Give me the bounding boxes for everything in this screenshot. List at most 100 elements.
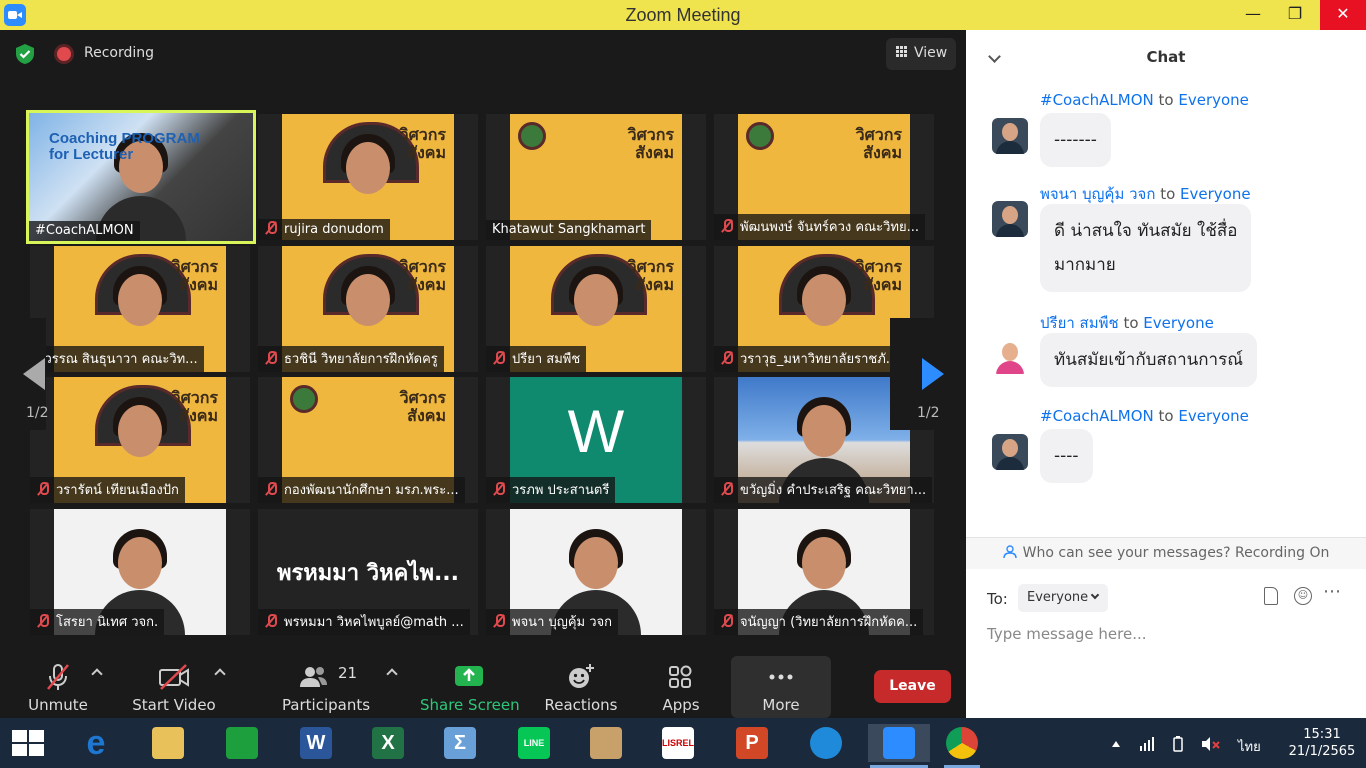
- participant-tile[interactable]: จนัญญา (วิทยาลัยการฝึกหัดค...: [714, 509, 934, 635]
- chat-to-word: to: [1118, 314, 1144, 332]
- privacy-notice[interactable]: Who can see your messages? Recording On: [966, 537, 1366, 569]
- powerpoint-taskbar-icon[interactable]: P: [732, 724, 772, 762]
- participant-tile[interactable]: ดิวรรณ สินธุนาวา คณะวิท...: [30, 246, 250, 372]
- chat-message-header: #CoachALMON to Everyone: [1040, 91, 1249, 109]
- chat-sender[interactable]: ปรียา สมพืช: [1040, 314, 1119, 332]
- avatar: [992, 118, 1028, 154]
- participant-name: พรหมมา วิหคไพบูลย์@math ...: [284, 615, 464, 630]
- coach-banner-text: Coaching PROGRAM for Lecturer: [49, 130, 200, 163]
- participants-icon: 21: [300, 664, 356, 687]
- clock[interactable]: 15:31 21/1/2565: [1282, 726, 1362, 760]
- participant-name-bar: พรหมมา วิหคไพบูลย์@math ...: [258, 609, 470, 635]
- avatar: [992, 338, 1028, 374]
- recipient-select[interactable]: Everyone: [1018, 584, 1108, 612]
- chat-to-word: to: [1153, 91, 1179, 109]
- minimize-button[interactable]: —: [1230, 0, 1276, 30]
- participants-caret-icon[interactable]: [386, 668, 398, 680]
- file-icon[interactable]: [1264, 587, 1278, 605]
- chat-sender[interactable]: #CoachALMON: [1040, 407, 1154, 425]
- file-explorer-taskbar-icon[interactable]: [148, 724, 188, 762]
- participant-face: [574, 274, 618, 326]
- show-hidden-icons-icon: [1112, 741, 1120, 747]
- line-taskbar-icon[interactable]: LINE: [514, 724, 554, 762]
- maximize-button[interactable]: ❐: [1272, 0, 1318, 30]
- participant-name-bar: ธวชินี วิทยาลัยการฝึกหัดครู: [258, 346, 444, 372]
- title-bar: Zoom Meeting — ❐ ✕: [0, 0, 1366, 30]
- participant-name: พัฒนพงษ์ จันทร์ควง คณะวิทย...: [740, 220, 919, 235]
- volume-muted-icon: [1202, 737, 1220, 751]
- unmute-button[interactable]: Unmute: [20, 656, 96, 718]
- meeting-toolbar: Unmute Start Video 21 Participants Share…: [0, 656, 966, 718]
- emoji-icon[interactable]: ☺: [1294, 587, 1312, 605]
- next-page-arrow-icon[interactable]: [922, 358, 944, 390]
- participant-tile[interactable]: ปรียา สมพืช: [486, 246, 706, 372]
- view-button[interactable]: View: [886, 38, 956, 70]
- participant-name-bar: rujira donudom: [258, 219, 390, 240]
- participant-tile[interactable]: กองพัฒนานักศึกษา มรภ.พระ...: [258, 377, 478, 503]
- participant-tile[interactable]: Khatawut Sangkhamart: [486, 114, 706, 240]
- participant-tile[interactable]: Coaching PROGRAM for Lecturer #CoachALMON: [26, 110, 256, 244]
- reactions-button[interactable]: Reactions: [540, 656, 622, 718]
- security-shield-icon[interactable]: [14, 43, 36, 65]
- participant-name-bar: ดิวรรณ สินธุนาวา คณะวิท...: [30, 346, 204, 372]
- leave-button[interactable]: Leave: [874, 670, 951, 703]
- store-taskbar-icon[interactable]: [222, 724, 262, 762]
- chrome-taskbar-icon[interactable]: [942, 724, 982, 768]
- prev-page-arrow-icon[interactable]: [23, 358, 45, 390]
- more-options-icon[interactable]: ⋯: [1323, 583, 1341, 605]
- chat-message-text: ดี น่าสนใจ ทันสมัย ใช้สื่อ มากมาย: [1040, 204, 1252, 292]
- recording-label[interactable]: Recording: [84, 45, 154, 61]
- share-screen-button[interactable]: Share Screen: [420, 656, 520, 718]
- participant-face: [346, 142, 390, 194]
- apps-button[interactable]: Apps: [652, 656, 710, 718]
- participant-face: [118, 274, 162, 326]
- chat-target: Everyone: [1143, 314, 1214, 332]
- participant-tile[interactable]: พจนา บุญคุ้ม วจก: [486, 509, 706, 635]
- clock-date: 21/1/2565: [1288, 744, 1356, 759]
- share-screen-icon: [455, 666, 483, 686]
- participants-label: Participants: [281, 696, 371, 714]
- more-button[interactable]: More: [731, 656, 831, 718]
- zoom-taskbar-icon[interactable]: [868, 724, 930, 768]
- participant-name: กองพัฒนานักศึกษา มรภ.พระ...: [284, 483, 459, 498]
- start-video-label: Start Video: [132, 696, 216, 714]
- participant-tile[interactable]: โสรยา นิเทศ วจก.: [30, 509, 250, 635]
- chat-sender[interactable]: พจนา บุญคุ้ม วจก: [1040, 185, 1155, 203]
- word-taskbar-icon[interactable]: W: [296, 724, 336, 762]
- participant-tile[interactable]: rujira donudom: [258, 114, 478, 240]
- excel-taskbar-icon[interactable]: X: [368, 724, 408, 762]
- chat-sender[interactable]: #CoachALMON: [1040, 91, 1154, 109]
- chat-message-header: #CoachALMON to Everyone: [1040, 407, 1249, 425]
- edge-taskbar-icon[interactable]: [806, 724, 846, 762]
- more-label: More: [762, 696, 800, 714]
- participant-name-bar: โสรยา นิเทศ วจก.: [30, 609, 165, 635]
- participant-tile[interactable]: พัฒนพงษ์ จันทร์ควง คณะวิทย...: [714, 114, 934, 240]
- participant-tile[interactable]: พรหมมา วิหคไพ... พรหมมา วิหคไพบูลย์@math …: [258, 509, 478, 635]
- participant-name-bar: วรภพ ประสานตรี: [486, 477, 616, 503]
- internet-explorer-taskbar-icon[interactable]: e: [76, 724, 116, 762]
- participants-button[interactable]: 21 Participants: [280, 656, 372, 718]
- network-icon: [1140, 737, 1154, 751]
- microphone-muted-icon: [264, 351, 278, 365]
- chat-title: Chat: [1146, 48, 1186, 66]
- paint-taskbar-icon[interactable]: [586, 724, 626, 762]
- participant-tile[interactable]: วรารัตน์ เทียนเมืองปัก: [30, 377, 250, 503]
- windows-start-icon[interactable]: [12, 730, 46, 756]
- lisrel-taskbar-icon[interactable]: LISREL: [658, 724, 698, 762]
- participant-name: ดิวรรณ สินธุนาวา คณะวิท...: [36, 352, 198, 367]
- line-glyph: LINE: [518, 727, 550, 759]
- participant-face: [802, 537, 846, 589]
- chat-target: Everyone: [1178, 91, 1249, 109]
- participant-initial: W: [567, 398, 625, 465]
- math-input-taskbar-icon[interactable]: Σ: [440, 724, 480, 762]
- participant-name: วรารัตน์ เทียนเมืองปัก: [56, 483, 179, 498]
- participant-tile[interactable]: W วรภพ ประสานตรี: [486, 377, 706, 503]
- participant-face: [346, 274, 390, 326]
- start-video-button[interactable]: Start Video: [128, 656, 220, 718]
- page-indicator-left: 1/2: [26, 405, 49, 421]
- chat-message-input[interactable]: [987, 622, 1347, 646]
- close-button[interactable]: ✕: [1320, 0, 1366, 30]
- input-language[interactable]: ไทย: [1238, 736, 1261, 757]
- clock-time: 15:31: [1303, 727, 1341, 742]
- participant-tile[interactable]: ธวชินี วิทยาลัยการฝึกหัดครู: [258, 246, 478, 372]
